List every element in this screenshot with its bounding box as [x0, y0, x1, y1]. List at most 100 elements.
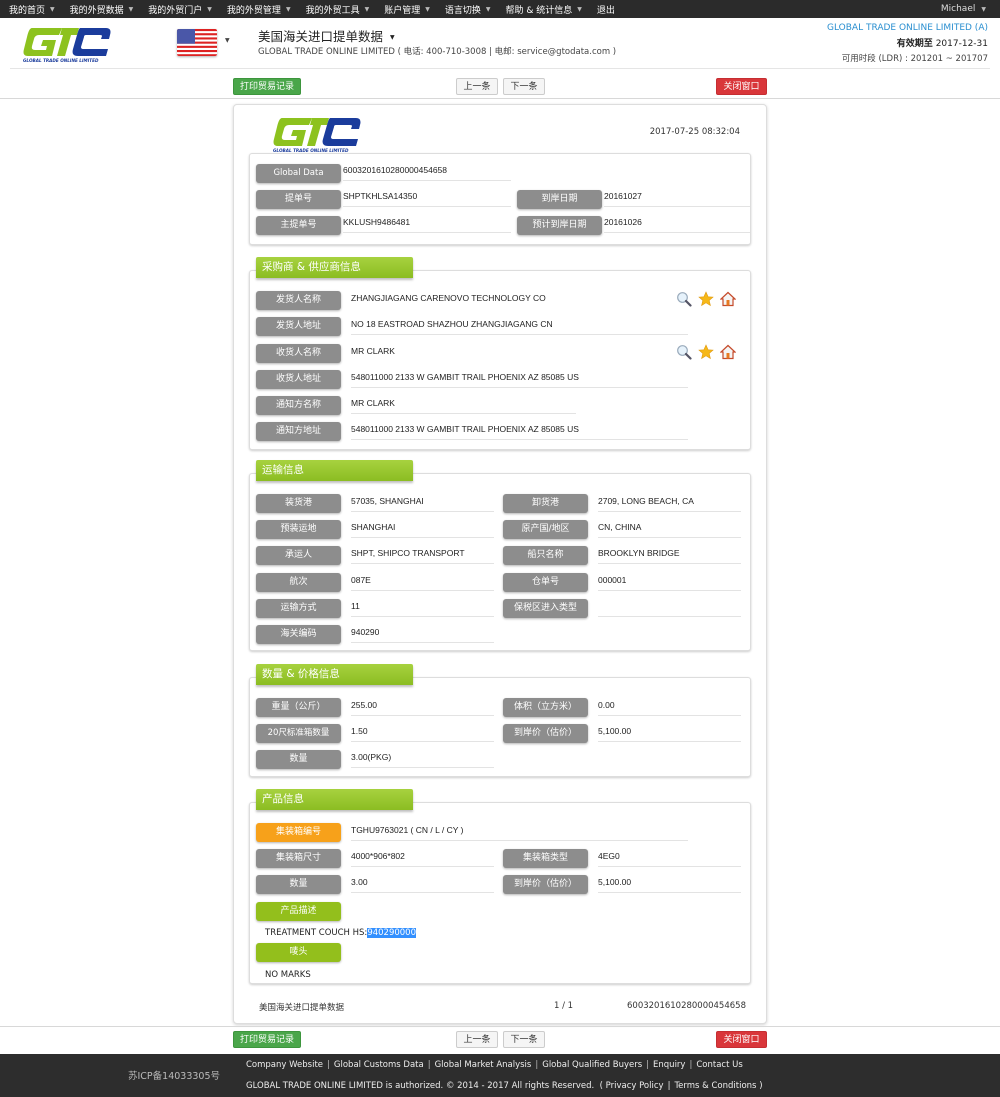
separator: | — [327, 1060, 330, 1070]
footer-link-global-qualified-buyers[interactable]: Global Qualified Buyers — [542, 1060, 642, 1070]
footer-link-company-website[interactable]: Company Website — [246, 1060, 323, 1070]
print-record-button[interactable]: 打印贸易记录 — [233, 78, 301, 95]
footer-link-contact-us[interactable]: Contact Us — [696, 1060, 742, 1070]
star-icon[interactable] — [698, 291, 714, 307]
container-size-value: 4000*906*802 — [351, 848, 494, 867]
field-label: Global Data Identity — [256, 164, 341, 197]
manifest-number-value: 000001 — [598, 572, 741, 591]
expiry-date: 2017-12-31 — [935, 39, 988, 49]
database-title-dropdown[interactable]: 美国海关进口提单数据 ▼ — [258, 26, 395, 45]
footer-link-global-customs-data[interactable]: Global Customs Data — [334, 1060, 424, 1070]
bottom-action-bar: 打印贸易记录 上一条 下一条 关闭窗口 — [0, 1031, 1000, 1055]
close-window-button[interactable]: 关闭窗口 — [716, 78, 767, 95]
vessel-name-value: BROOKLYN BRIDGE — [598, 545, 741, 564]
gto-logo[interactable]: GLOBAL TRADE ONLINE LIMITED — [22, 25, 112, 63]
footer-link-global-market-analysis[interactable]: Global Market Analysis — [435, 1060, 532, 1070]
caret-down-icon: ▼ — [285, 5, 291, 13]
document-id: 6003201610280000454658 — [627, 1001, 746, 1011]
caret-down-icon: ▼ — [50, 5, 55, 13]
us-flag-icon[interactable] — [177, 29, 217, 56]
nav-trade-portal[interactable]: 我的外贸门户 ▼ — [139, 3, 218, 16]
panel-title: 采购商 & 供应商信息 — [256, 257, 413, 278]
description-text: TREATMENT COUCH HS: — [265, 928, 368, 938]
terms-conditions-link[interactable]: Terms & Conditions — [674, 1081, 756, 1091]
shipper-name-value: ZHANGJIAGANG CARENOVO TECHNOLOGY CO — [351, 293, 546, 303]
nav-label: 我的外贸门户 — [148, 5, 203, 16]
product-description[interactable]: TREATMENT COUCH HS:940290000 — [265, 928, 416, 938]
separator: | — [427, 1060, 431, 1070]
nav-label: 我的外贸管理 — [226, 5, 281, 16]
document-logo: GLOBAL TRADE ONLINE LIMITED — [272, 115, 362, 153]
gto-logo-icon: GLOBAL TRADE ONLINE LIMITED — [273, 118, 361, 153]
separator: | — [689, 1060, 693, 1070]
home-icon[interactable] — [720, 344, 736, 360]
logo-caption: GLOBAL TRADE ONLINE LIMITED — [23, 58, 99, 63]
page-header: GLOBAL TRADE ONLINE LIMITED ▼ 美国海关进口提单数据… — [0, 18, 1000, 70]
nav-language[interactable]: 语言切换 ▼ — [436, 3, 497, 16]
nav-trade-data[interactable]: 我的外贸数据 ▼ — [61, 3, 140, 16]
bill-number-value: SHPTKHLSA14350 — [343, 188, 511, 207]
previous-record-button[interactable]: 上一条 — [456, 1031, 498, 1048]
nav-logout[interactable]: 退出 — [588, 3, 621, 16]
footer-links: Company Website | Global Customs Data | Gl… — [246, 1060, 743, 1070]
search-icon[interactable] — [676, 344, 692, 360]
caret-down-icon: ▼ — [981, 5, 986, 13]
master-bill-number-value: KKLUSH9486481 — [343, 214, 511, 233]
identity-panel: Global Data Identity 6003201610280000454… — [249, 153, 751, 245]
star-icon[interactable] — [698, 344, 714, 360]
close-window-button[interactable]: 关闭窗口 — [716, 1031, 767, 1048]
carrier-value: SHPT, SHIPCO TRANSPORT — [351, 545, 494, 564]
field-label: 到岸价（估价） — [503, 875, 588, 894]
account-expiry: 有效期至 2017-12-31 — [827, 36, 988, 49]
gto-logo-icon: GLOBAL TRADE ONLINE LIMITED — [23, 28, 111, 63]
field-label: 产品描述 — [256, 902, 341, 921]
previous-record-button[interactable]: 上一条 — [456, 78, 498, 95]
field-label: 20尺标准箱数量 — [256, 724, 341, 743]
field-label: 到岸日期 — [517, 190, 602, 209]
top-nav-bar: 我的首页 ▼ 我的外贸数据 ▼ 我的外贸门户 ▼ 我的外贸管理 ▼ 我的外贸工具 ▼ 账户… — [0, 0, 1000, 18]
global-data-identity-value: 6003201610280000454658 — [343, 162, 511, 181]
search-icon[interactable] — [676, 291, 692, 307]
country-dropdown-caret-icon[interactable]: ▼ — [225, 37, 230, 44]
database-title: 美国海关进口提单数据 — [258, 29, 384, 44]
product-cif-value: 5,100.00 — [598, 874, 741, 893]
home-icon[interactable] — [720, 291, 736, 307]
nav-label: 我的外贸数据 — [69, 5, 124, 16]
field-label: 集装箱编号 — [256, 823, 341, 842]
container-number-value: TGHU9763021 ( CN / L / CY ) — [351, 822, 688, 841]
nav-label: 帮助 & 统计信息 — [505, 5, 573, 16]
user-name: Michael — [940, 4, 976, 14]
buyer-supplier-panel: 采购商 & 供应商信息 发货人名称 ZHANGJIAGANG CARENOVO … — [249, 257, 751, 450]
user-menu[interactable]: Michael ▼ — [941, 0, 986, 18]
nav-account[interactable]: 账户管理 ▼ — [375, 3, 436, 16]
available-range: 可用时段 (LDR) : 201201 ~ 201707 — [841, 54, 988, 64]
hs-code-value: 940290 — [351, 624, 494, 643]
field-label: 到岸价（估价） — [503, 724, 588, 743]
bonded-entry-type-value — [598, 598, 741, 617]
field-label: 海关编码 — [256, 625, 341, 644]
nav-home[interactable]: 我的首页 ▼ — [0, 3, 61, 16]
next-record-button[interactable]: 下一条 — [503, 78, 545, 95]
field-label: 集装箱尺寸 — [256, 849, 341, 868]
field-label: 原产国/地区 — [503, 520, 588, 539]
field-label: 装货港 — [256, 494, 341, 513]
next-record-button[interactable]: 下一条 — [503, 1031, 545, 1048]
nav-label: 退出 — [596, 5, 615, 16]
caret-down-icon: ▼ — [207, 5, 212, 13]
volume-value: 0.00 — [598, 697, 741, 716]
nav-label: 我的外贸工具 — [305, 5, 360, 16]
footer-link-enquiry[interactable]: Enquiry — [653, 1060, 685, 1070]
field-label: 数量 — [256, 750, 341, 769]
field-label: 集装箱类型 — [503, 849, 588, 868]
nav-help-stats[interactable]: 帮助 & 统计信息 ▼ — [496, 3, 587, 16]
nav-trade-tools[interactable]: 我的外贸工具 ▼ — [297, 3, 376, 16]
nav-trade-management[interactable]: 我的外贸管理 ▼ — [218, 3, 297, 16]
privacy-policy-link[interactable]: Privacy Policy — [606, 1081, 664, 1091]
field-label: 预装运地 — [256, 520, 341, 539]
country-of-origin-value: CN, CHINA — [598, 519, 741, 538]
document-database-name: 美国海关进口提单数据 — [259, 1003, 345, 1013]
bill-of-lading-document: GLOBAL TRADE ONLINE LIMITED 2017-07-25 0… — [233, 104, 767, 1024]
estimated-arrival-date-value: 20161026 — [604, 214, 750, 233]
print-record-button[interactable]: 打印贸易记录 — [233, 1031, 301, 1048]
quantity-price-panel: 数量 & 价格信息 重量（公斤） 255.00 体积（立方米） 0.00 20尺… — [249, 664, 751, 777]
